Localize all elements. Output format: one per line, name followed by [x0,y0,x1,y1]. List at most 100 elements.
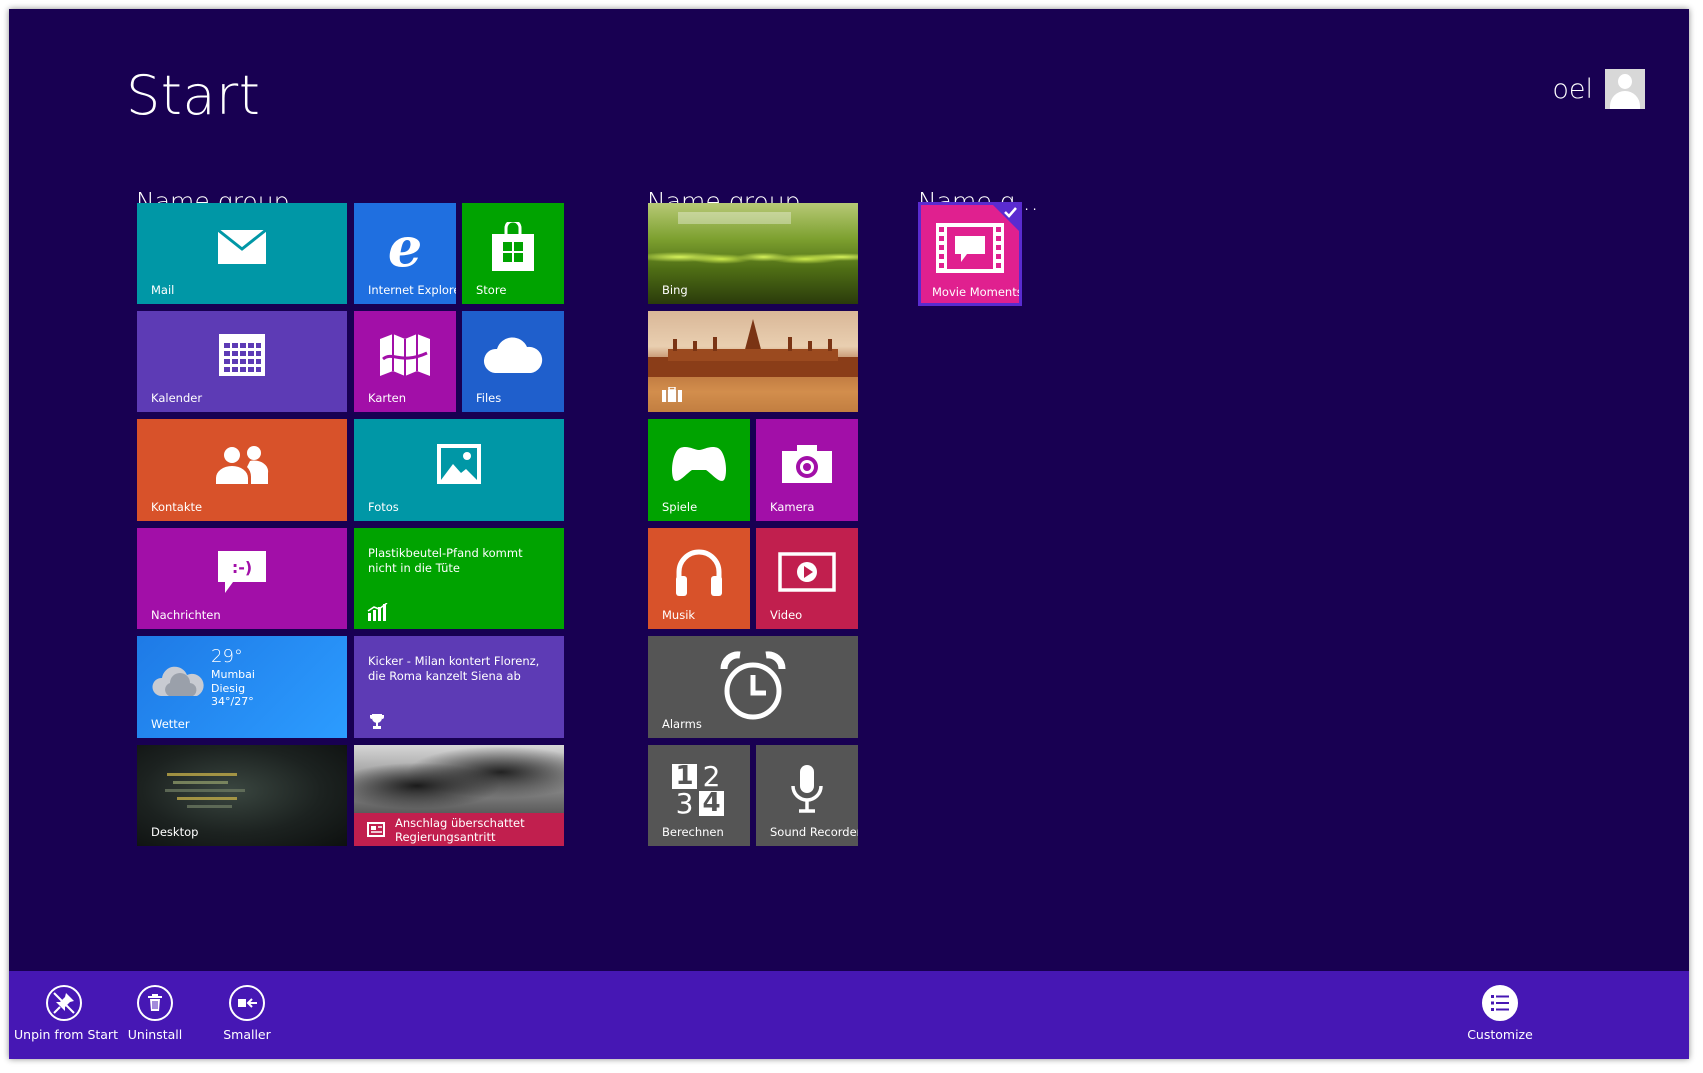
tile-label: Sound Recorder [770,825,858,839]
calc-digit-2: 2 [702,760,721,794]
trophy-icon [370,714,384,729]
tile-label: Berechnen [662,825,724,839]
tile-label: Spiele [662,500,698,514]
tile-bing[interactable]: Bing [648,203,858,304]
message-bubble-icon: :-) [218,551,266,594]
selected-check-icon [993,205,1019,231]
tile-messages[interactable]: :-) Nachrichten [137,528,347,629]
suitcase-icon [662,387,682,402]
tile-contacts[interactable]: Kontakte [137,419,347,521]
tile-label: Movie Moments [932,285,1022,299]
finance-chart-icon [367,603,388,621]
tile-label: Kamera [770,500,815,514]
trash-icon [137,985,173,1021]
game-controller-icon [672,446,726,481]
tile-label: Files [476,391,502,405]
people-icon [216,445,269,484]
tile-alarms[interactable]: Alarms [648,636,858,738]
tile-maps[interactable]: Karten [354,311,456,412]
tile-label: Karten [368,391,406,405]
calc-digit-3: 3 [675,787,694,821]
tile-calculator[interactable]: 1 2 3 4 Berechnen [648,745,750,846]
svg-text::-): :-) [232,558,252,577]
unpin-label: Unpin from Start [14,1027,118,1042]
user-account[interactable]: oel [1552,69,1645,109]
video-play-icon [778,552,836,593]
tile-desktop[interactable]: Desktop [137,745,347,846]
tile-files[interactable]: Files [462,311,564,412]
tile-sports[interactable]: Kicker - Milan kontert Florenz, die Roma… [354,636,564,738]
microphone-icon [791,765,823,814]
tile-label: Video [770,608,803,622]
customize-button[interactable]: Customize [1450,985,1550,1042]
app-bar: Unpin from Start Uninstall Smaller Custo… [9,971,1689,1059]
newspaper-icon [367,822,385,837]
tile-label: Bing [662,283,688,297]
tile-mail[interactable]: Mail [137,203,347,304]
weather-condition: Diesig [211,682,246,695]
bing-photo [648,237,858,277]
alarm-clock-icon [720,651,786,720]
tile-label: Kontakte [151,500,203,514]
tile-label: Musik [662,608,696,622]
weather-range: 34°/27° [211,695,254,708]
tile-photos[interactable]: Fotos [354,419,564,521]
tile-finance[interactable]: Plastikbeutel-Pfand kommt nicht in die T… [354,528,564,629]
finance-headline: Plastikbeutel-Pfand kommt nicht in die T… [368,546,523,575]
tile-movie-moments[interactable]: Movie Moments [918,202,1022,306]
tile-news[interactable]: Anschlag überschattet Regierungsantritt [354,745,564,846]
cloud-icon [483,337,543,374]
tile-weather[interactable]: 29° Mumbai Diesig 34°/27° Wetter [137,636,347,738]
user-name: oel [1552,73,1593,105]
cloud-weather-icon [152,666,204,696]
tile-camera[interactable]: Kamera [756,419,858,521]
smaller-label: Smaller [223,1027,271,1042]
customize-list-icon [1482,985,1518,1021]
tile-label: Mail [151,283,175,297]
tile-music[interactable]: Musik [648,528,750,629]
tile-label: Alarms [662,717,702,731]
tile-label: Internet Explorer [368,283,456,297]
weather-temperature: 29° [211,646,243,667]
tile-games[interactable]: Spiele [648,419,750,521]
unpin-icon [46,985,82,1021]
camera-icon [782,444,832,483]
tile-label: Desktop [151,825,199,839]
tile-store[interactable]: Store [462,203,564,304]
news-headline: Anschlag überschattet Regierungsantritt [395,816,525,844]
calc-digit-4: 4 [699,790,724,817]
sports-headline: Kicker - Milan kontert Florenz, die Roma… [368,654,540,683]
customize-label: Customize [1467,1027,1533,1042]
tile-travel[interactable] [648,311,858,412]
calc-digit-1: 1 [672,763,697,790]
mail-icon [217,229,267,265]
unpin-from-start-button[interactable]: Unpin from Start [14,985,118,1042]
page-title: Start [126,64,261,127]
uninstall-label: Uninstall [127,1027,183,1042]
calendar-icon [219,334,265,377]
user-avatar-icon [1605,69,1645,109]
store-bag-icon [492,222,534,272]
news-photo [354,745,564,813]
weather-city: Mumbai [211,668,255,681]
maps-icon [380,334,430,377]
tile-video[interactable]: Video [756,528,858,629]
tile-internet-explorer[interactable]: e Internet Explorer [354,203,456,304]
resize-smaller-icon [229,985,265,1021]
tile-label: Store [476,283,507,297]
tile-calendar[interactable]: Kalender [137,311,347,412]
bing-search-box [678,212,791,224]
smaller-button[interactable]: Smaller [197,985,297,1042]
tile-label: Fotos [368,500,399,514]
desktop-preview [157,773,267,823]
uninstall-button[interactable]: Uninstall [105,985,205,1042]
headphones-icon [676,550,722,597]
internet-explorer-icon: e [387,215,423,280]
tile-label: Nachrichten [151,608,221,622]
tile-label: Kalender [151,391,203,405]
tile-label: Wetter [151,717,190,731]
photos-icon [437,443,481,484]
tile-sound-recorder[interactable]: Sound Recorder [756,745,858,846]
calculator-icon: 1 2 3 4 [672,760,726,821]
news-caption-bar: Anschlag überschattet Regierungsantritt [354,813,564,846]
